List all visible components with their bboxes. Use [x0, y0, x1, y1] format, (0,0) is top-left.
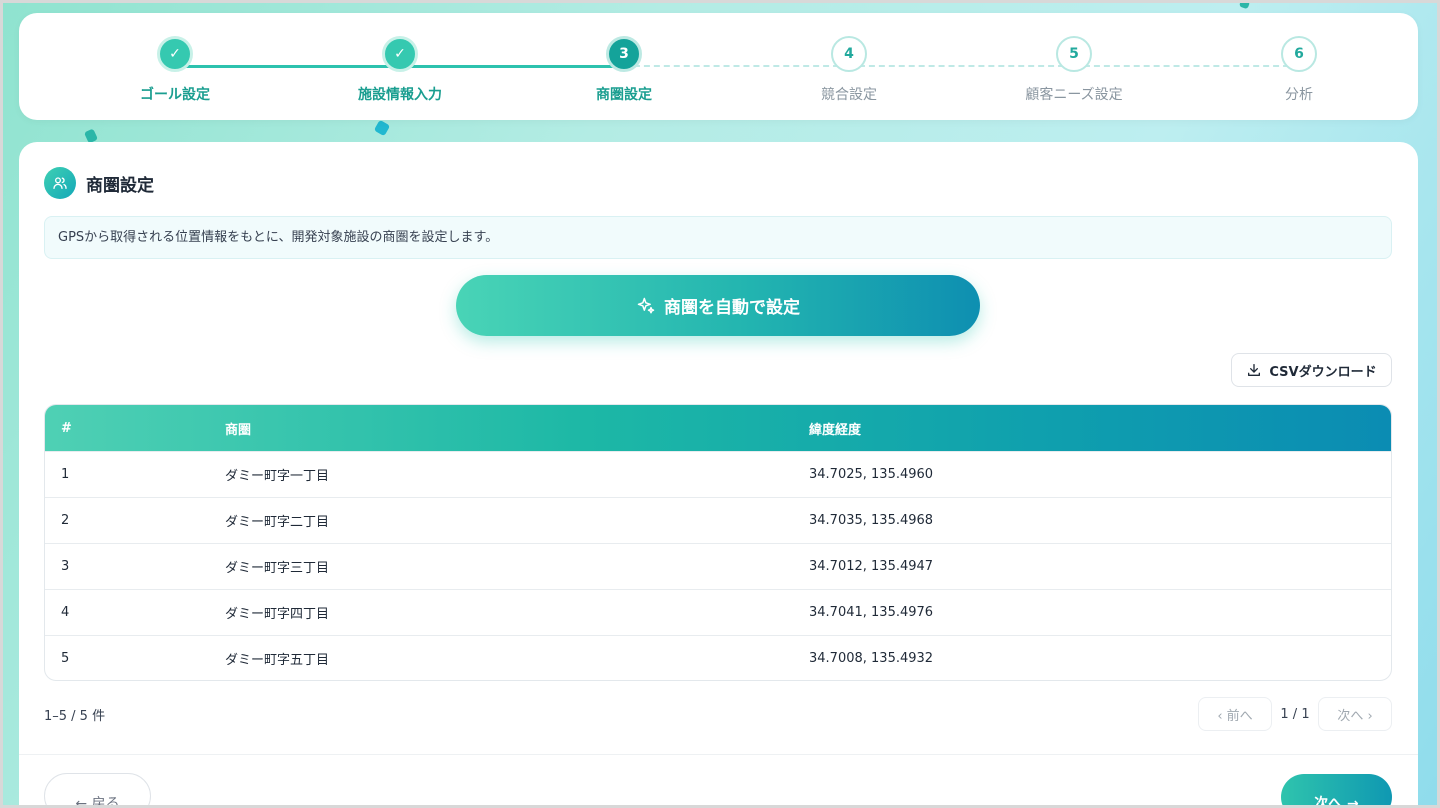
step-number: 4 — [831, 36, 867, 72]
sparkles-icon — [637, 297, 655, 313]
cell-area: ダミー町字五丁目 — [225, 653, 330, 668]
download-icon — [1248, 364, 1261, 376]
cell-latlng: 34.7025, 135.4960 — [809, 467, 934, 482]
trade-area-table: # 商圏 緯度経度 1 ダミー町字一丁目 34.7025, 135.4960 2… — [44, 404, 1392, 681]
description-box: GPSから取得される位置情報をもとに、開発対象施設の商圏を設定します。 — [44, 216, 1392, 259]
step-analysis[interactable]: 6 分析 — [1219, 36, 1379, 104]
table-row[interactable]: 3 ダミー町字三丁目 34.7012, 135.4947 — [45, 543, 1391, 589]
table-header: # 商圏 緯度経度 — [45, 405, 1391, 451]
step-check-icon: ✓ — [157, 36, 193, 72]
pagination: ‹ 前へ 1 / 1 次へ › — [1198, 697, 1392, 731]
next-button[interactable]: 次へ → — [1281, 774, 1392, 808]
cell-index: 4 — [61, 605, 70, 620]
column-header-index: # — [61, 420, 72, 436]
csv-download-label: CSVダウンロード — [1269, 364, 1377, 380]
table-row[interactable]: 4 ダミー町字四丁目 34.7041, 135.4976 — [45, 589, 1391, 635]
cell-area: ダミー町字二丁目 — [225, 515, 330, 530]
confetti-decoration — [373, 119, 391, 137]
step-label: ゴール設定 — [140, 87, 210, 103]
step-number: 5 — [1056, 36, 1092, 72]
auto-set-trade-area-button[interactable]: 商圏を自動で設定 — [456, 275, 980, 336]
prev-page-button[interactable]: ‹ 前へ — [1198, 697, 1272, 731]
step-check-icon: ✓ — [382, 36, 418, 72]
step-customer-needs[interactable]: 5 顧客ニーズ設定 — [994, 36, 1154, 104]
cell-index: 1 — [61, 467, 70, 482]
cell-latlng: 34.7041, 135.4976 — [809, 605, 934, 620]
cell-latlng: 34.7008, 135.4932 — [809, 651, 934, 666]
step-number: 3 — [606, 36, 642, 72]
step-competitors[interactable]: 4 競合設定 — [769, 36, 929, 104]
cell-area: ダミー町字三丁目 — [225, 561, 330, 576]
cell-index: 5 — [61, 651, 70, 666]
section-title: 商圏設定 — [86, 175, 154, 196]
cell-index: 2 — [61, 513, 70, 528]
step-label: 施設情報入力 — [358, 87, 442, 103]
footer-divider — [19, 754, 1418, 755]
users-icon — [44, 167, 76, 199]
section-header: 商圏設定 — [44, 167, 154, 199]
auto-set-label: 商圏を自動で設定 — [664, 298, 800, 318]
result-count: 1–5 / 5 件 — [44, 709, 106, 724]
column-header-latlng: 緯度経度 — [809, 422, 862, 438]
column-header-area: 商圏 — [225, 422, 252, 438]
next-page-button[interactable]: 次へ › — [1318, 697, 1392, 731]
step-goal[interactable]: ✓ ゴール設定 — [95, 36, 255, 104]
table-row[interactable]: 5 ダミー町字五丁目 34.7008, 135.4932 — [45, 635, 1391, 680]
step-number: 6 — [1281, 36, 1317, 72]
cell-index: 3 — [61, 559, 70, 574]
step-label: 商圏設定 — [596, 87, 652, 103]
csv-download-button[interactable]: CSVダウンロード — [1231, 353, 1392, 387]
table-row[interactable]: 2 ダミー町字二丁目 34.7035, 135.4968 — [45, 497, 1391, 543]
step-label: 顧客ニーズ設定 — [1025, 87, 1123, 103]
cell-area: ダミー町字四丁目 — [225, 607, 330, 622]
page-indicator: 1 / 1 — [1280, 706, 1310, 722]
back-button[interactable]: ← 戻る — [44, 773, 151, 808]
confetti-decoration — [1238, 0, 1251, 10]
cell-latlng: 34.7012, 135.4947 — [809, 559, 934, 574]
progress-stepper: ✓ ゴール設定 ✓ 施設情報入力 3 商圏設定 4 競合設定 5 顧客ニーズ設定… — [19, 13, 1418, 120]
cell-latlng: 34.7035, 135.4968 — [809, 513, 934, 528]
table-row[interactable]: 1 ダミー町字一丁目 34.7025, 135.4960 — [45, 451, 1391, 497]
trade-area-card: 商圏設定 GPSから取得される位置情報をもとに、開発対象施設の商圏を設定します。… — [19, 142, 1418, 808]
step-label: 競合設定 — [821, 87, 877, 103]
cell-area: ダミー町字一丁目 — [225, 469, 330, 484]
step-trade-area[interactable]: 3 商圏設定 — [544, 36, 704, 104]
step-facility-info[interactable]: ✓ 施設情報入力 — [320, 36, 480, 104]
step-label: 分析 — [1285, 87, 1313, 103]
